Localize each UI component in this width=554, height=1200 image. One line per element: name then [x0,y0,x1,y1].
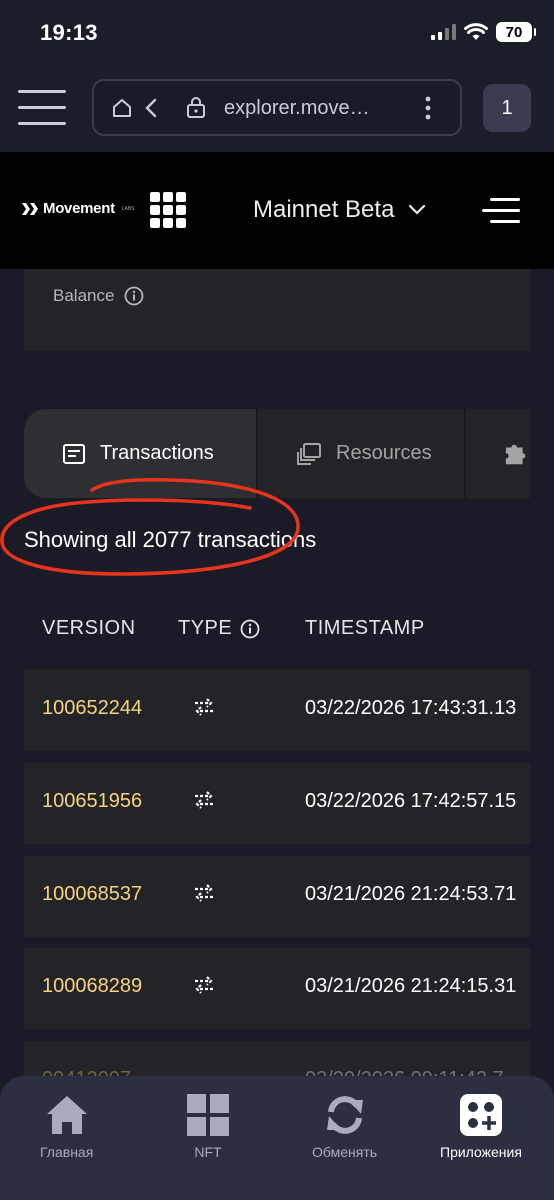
more-vertical-icon[interactable] [424,96,432,120]
battery-indicator: 70 [496,22,536,42]
app-grid-icon[interactable] [150,192,186,228]
tab-label: Transactions [100,442,214,464]
nav-item-home[interactable]: Главная [40,1094,93,1160]
transfer-arrows-icon [195,884,213,902]
column-header-version[interactable]: VERSION [42,617,136,640]
nav-item-apps[interactable]: Приложения [440,1094,522,1160]
balance-card: Balance [24,269,530,351]
info-icon[interactable] [240,619,260,639]
column-header-label: TIMESTAMP [305,617,425,639]
column-header-timestamp[interactable]: TIMESTAMP [305,617,425,640]
document-list-icon [63,443,85,464]
url-text[interactable]: explorer.move… [224,97,370,120]
info-icon[interactable] [124,286,144,306]
movement-logo[interactable]: Movement LABS [22,200,135,217]
nav-item-swap[interactable]: Обменять [312,1094,377,1160]
row-version[interactable]: 100652244 [42,697,142,720]
lock-icon [187,97,205,118]
network-label: Mainnet Beta [253,196,395,223]
transfer-arrows-icon [195,791,213,809]
table-row[interactable]: 100651956 03/22/2026 17:42:57.15 [24,763,530,844]
balance-label: Balance [53,286,115,305]
tab-modules[interactable] [464,409,530,498]
stacked-cards-icon [297,442,321,465]
browser-menu-button[interactable] [18,90,66,126]
apps-icon [459,1094,502,1136]
table-row[interactable]: 100068537 03/21/2026 21:24:53.71 [24,856,530,937]
nft-grid-icon [187,1094,229,1136]
network-selector[interactable]: Mainnet Beta [253,196,426,224]
movement-logo-icon [22,202,38,215]
logo-text: Movement [43,200,115,217]
row-version[interactable]: 100068537 [42,883,142,906]
app-root: 19:13 70 explorer.move… 1 Movement LABS … [0,0,554,1200]
swap-icon [326,1096,363,1134]
table-row[interactable]: 100068289 03/21/2026 21:24:15.31 [24,948,530,1029]
puzzle-icon [505,444,526,464]
nav-label: Главная [40,1144,94,1160]
nav-label: Приложения [440,1144,522,1160]
tab-label: Resources [336,442,432,464]
column-header-type[interactable]: TYPE [178,617,260,640]
nav-item-nft[interactable]: NFT [186,1094,230,1160]
site-menu-button[interactable] [482,198,520,224]
chevron-down-icon [409,204,426,215]
cellular-signal-icon [431,24,456,40]
status-bar: 19:13 70 [0,0,554,66]
column-header-label: TYPE [178,617,233,639]
column-header-label: VERSION [42,617,136,639]
row-version[interactable]: 100068289 [42,975,142,998]
row-version[interactable]: 100651956 [42,790,142,813]
nav-label: NFT [194,1144,222,1160]
tabs-count-button[interactable]: 1 [483,84,531,132]
red-circle-annotation [0,477,300,576]
bottom-navigation: Главная NFT Обменять Приложения [0,1076,554,1200]
back-icon[interactable] [144,98,158,118]
row-timestamp: 03/22/2026 17:43:31.13 [305,697,517,719]
table-row[interactable]: 100652244 03/22/2026 17:43:31.13 [24,670,530,751]
browser-toolbar: explorer.move… 1 [0,66,554,152]
row-timestamp: 03/21/2026 21:24:15.31 [305,975,517,997]
home-icon [46,1096,87,1134]
balance-label-wrap: Balance [53,286,144,306]
row-timestamp: 03/22/2026 17:42:57.15 [305,790,517,812]
status-time: 19:13 [40,20,98,45]
home-icon[interactable] [112,98,132,118]
status-indicators: 70 [431,22,536,42]
site-header: Movement LABS Mainnet Beta [0,152,554,269]
nav-label: Обменять [312,1144,378,1160]
address-bar[interactable]: explorer.move… [92,79,462,136]
logo-tag: LABS [121,205,135,212]
row-timestamp: 03/21/2026 21:24:53.71 [305,883,517,905]
transfer-arrows-icon [195,698,213,716]
wifi-icon [464,23,488,40]
transfer-arrows-icon [195,976,213,994]
